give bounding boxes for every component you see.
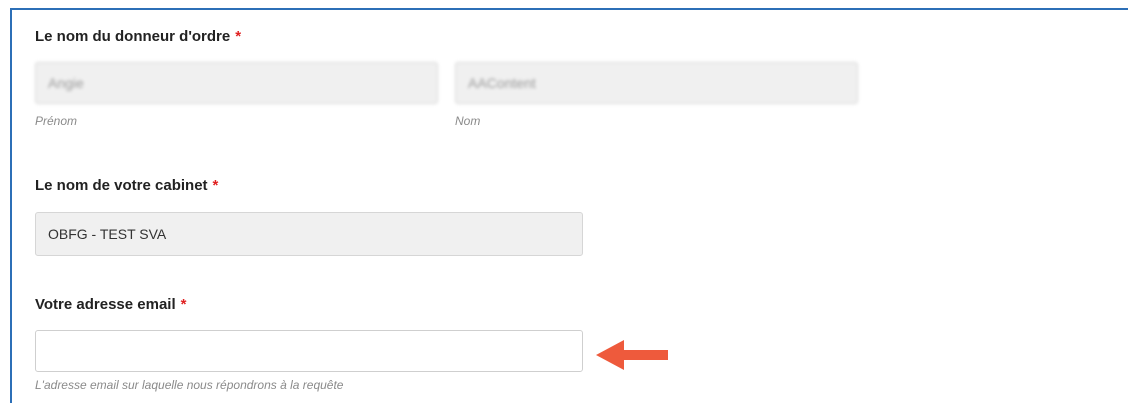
firm-name-value: OBFG - TEST SVA — [48, 226, 167, 242]
required-marker: * — [235, 28, 242, 45]
client-name-label-text: Le nom du donneur d'ordre — [35, 28, 231, 45]
required-marker: * — [212, 177, 219, 194]
last-name-caption: Nom — [455, 114, 481, 128]
email-label-text: Votre adresse email — [35, 296, 176, 313]
first-name-field[interactable]: Angie — [35, 62, 438, 104]
first-name-caption: Prénom — [35, 114, 78, 128]
firm-name-label-text: Le nom de votre cabinet — [35, 177, 208, 194]
last-name-value: AAContent — [468, 75, 536, 91]
firm-name-label: Le nom de votre cabinet * — [35, 177, 218, 194]
arrow-left-icon — [596, 340, 668, 370]
first-name-value: Angie — [48, 75, 84, 91]
last-name-field[interactable]: AAContent — [455, 62, 858, 104]
email-label: Votre adresse email * — [35, 296, 186, 313]
client-name-label: Le nom du donneur d'ordre * — [35, 28, 241, 45]
email-help-text: L'adresse email sur laquelle nous répond… — [35, 378, 344, 392]
email-input[interactable] — [35, 330, 583, 372]
firm-name-field[interactable]: OBFG - TEST SVA — [35, 212, 583, 256]
required-marker: * — [180, 296, 187, 313]
